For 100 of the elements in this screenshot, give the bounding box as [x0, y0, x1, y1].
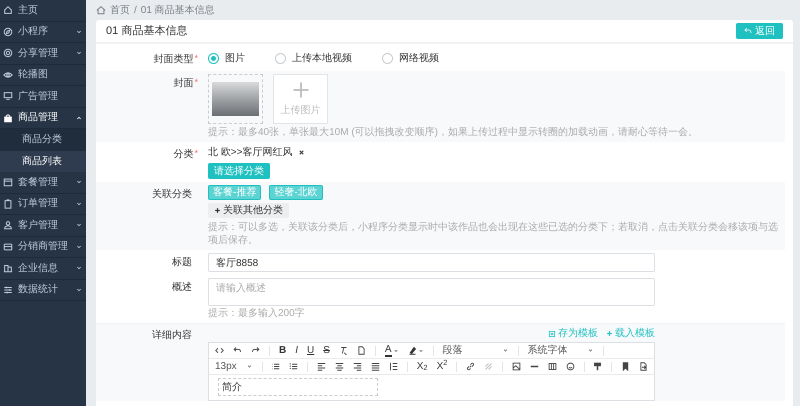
required-mark: * — [194, 54, 198, 63]
import-document-button[interactable] — [639, 362, 648, 371]
chevron-down-icon — [502, 347, 509, 354]
bookmark-icon — [621, 362, 630, 371]
monitor-icon — [3, 91, 13, 102]
emoji-icon — [566, 362, 575, 371]
format-button[interactable]: B — [279, 346, 286, 356]
chevron-down-icon — [586, 347, 594, 354]
sidebar-item[interactable]: 主页 — [0, 0, 86, 22]
line-height-button[interactable] — [389, 362, 398, 371]
align-center-button[interactable] — [335, 362, 344, 371]
hint-text: 提示：最多输入200字 — [208, 307, 306, 320]
clear-format-icon — [338, 346, 348, 355]
close-icon — [298, 149, 306, 156]
radio-option[interactable]: 上传本地视频 — [275, 50, 352, 67]
table-button[interactable] — [548, 362, 557, 371]
hint-text: 提示：可以多选，关联该分类后，小程序分类显示时中该作品也会出现在这些已选的分类下；若取消，点击关联分类会移该项与选项后保存。 — [208, 221, 779, 247]
script-button[interactable]: X$^{2}$ — [436, 362, 448, 372]
chevron-down-icon — [246, 363, 253, 370]
highlight-button[interactable] — [408, 346, 424, 355]
emoji-button[interactable] — [566, 362, 575, 371]
category-value: 北 欧>>客厅网红风 — [208, 146, 292, 160]
bulleted-list-icon — [271, 362, 280, 371]
plus-icon — [292, 80, 310, 98]
justify-button[interactable] — [371, 362, 380, 371]
sidebar-item[interactable]: 套餐管理 — [0, 172, 86, 194]
redo-button[interactable] — [251, 346, 260, 355]
align-left-button[interactable] — [317, 362, 326, 371]
chevron-down-icon — [392, 348, 399, 354]
sidebar-item[interactable]: 广告管理 — [0, 86, 86, 108]
compass-icon — [3, 26, 13, 37]
sidebar-item[interactable]: 数据统计 — [0, 280, 86, 301]
user-icon — [3, 220, 13, 230]
eye-icon — [3, 70, 13, 80]
bookmark-button[interactable] — [621, 362, 630, 371]
toolbar-select[interactable]: 13px — [215, 359, 253, 374]
wallet-icon — [3, 242, 13, 252]
import-document-icon — [639, 362, 648, 371]
required-mark: * — [194, 78, 198, 87]
sidebar-item[interactable]: 订单管理 — [0, 194, 86, 215]
table-icon — [548, 362, 557, 371]
card-title: 01 商品基本信息 — [106, 24, 188, 39]
code-view-icon — [215, 346, 224, 355]
field-label: 详细内容 — [152, 328, 192, 343]
format-button[interactable]: S — [323, 346, 330, 356]
numbered-list-button[interactable] — [289, 362, 298, 371]
undo-button[interactable] — [233, 346, 242, 355]
home-icon — [3, 5, 13, 16]
toolbar-select[interactable]: 系统字体 — [528, 343, 594, 358]
radio-option[interactable]: 网络视频 — [382, 50, 439, 67]
field-label: 封面类型 — [153, 52, 194, 67]
hint-text: 提示：最多40张，单张最大10M (可以拖拽改变顺序)，如果上传过程中显示转圈的加载动画，请耐心等待一会。 — [208, 126, 698, 139]
format-painter-icon — [593, 362, 602, 371]
building-icon — [3, 263, 13, 274]
font-color-button[interactable]: A — [384, 344, 399, 356]
field-label: 标题 — [172, 256, 192, 270]
link-button[interactable] — [466, 362, 476, 371]
field-label: 分类 — [173, 148, 194, 162]
sliders-icon — [3, 284, 13, 295]
sidebar-subitem[interactable]: 商品列表 — [0, 150, 86, 172]
unlink-icon — [484, 362, 494, 371]
toolbar-select[interactable]: 段落 — [442, 343, 509, 358]
template-icon — [548, 330, 556, 338]
format-button[interactable]: I — [295, 346, 298, 356]
title-field[interactable]: 客厅8858 — [208, 253, 655, 272]
plus-icon — [214, 207, 221, 214]
field-label: 概述 — [172, 280, 192, 295]
document-button[interactable] — [356, 346, 366, 355]
align-center-icon — [335, 362, 344, 371]
sidebar-item[interactable]: 企业信息 — [0, 258, 86, 280]
summary-field[interactable]: 请输入概述 — [208, 278, 655, 306]
image-button[interactable] — [512, 362, 521, 371]
sidebar-subitem[interactable]: 商品分类 — [0, 129, 86, 150]
code-view-button[interactable] — [215, 346, 224, 355]
target-icon — [3, 48, 13, 58]
sidebar-item[interactable]: 分销商管理 — [0, 236, 86, 258]
sidebar-item[interactable]: 客户管理 — [0, 215, 86, 236]
bag-icon — [3, 112, 13, 123]
add-related-category-button[interactable]: 关联其他分类 — [208, 203, 289, 218]
numbered-list-icon — [289, 362, 298, 371]
sidebar-item[interactable]: 分享管理 — [0, 43, 86, 64]
format-painter-button[interactable] — [593, 362, 602, 371]
sidebar-item[interactable]: 小程序 — [0, 22, 86, 43]
align-left-icon — [317, 362, 326, 371]
bulleted-list-button[interactable] — [271, 362, 280, 371]
format-button[interactable]: U — [307, 346, 314, 356]
redo-icon — [251, 346, 260, 355]
radio-option[interactable]: 图片 — [208, 50, 245, 67]
field-label: 封面 — [173, 76, 194, 91]
calendar-icon — [3, 177, 13, 188]
reply-arrow-icon — [744, 27, 752, 35]
image-thumbnail[interactable] — [208, 74, 263, 124]
home-icon — [96, 5, 106, 15]
justify-icon — [371, 362, 380, 371]
clear-format-button[interactable] — [338, 346, 348, 355]
field-label: 关联分类 — [152, 188, 192, 202]
script-button[interactable]: X$_{2}$ — [416, 362, 428, 372]
align-right-button[interactable] — [353, 362, 362, 371]
sidebar-item[interactable]: 轮播图 — [0, 64, 86, 86]
document-icon — [356, 346, 366, 355]
